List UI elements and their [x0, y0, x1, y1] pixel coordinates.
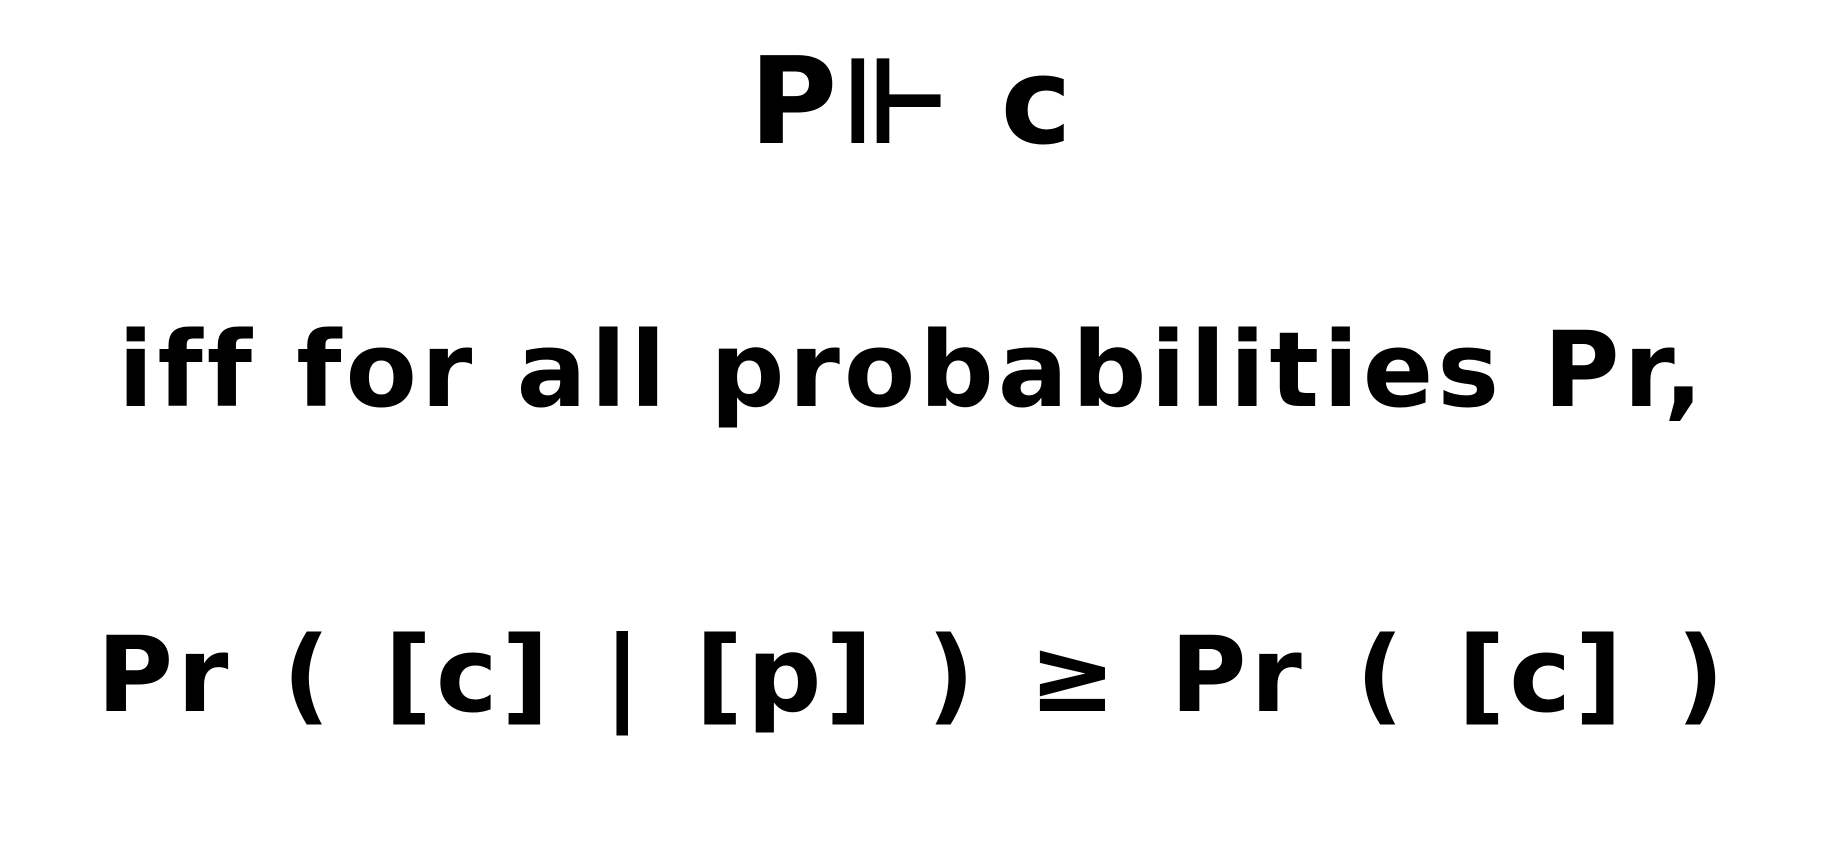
formula-line-3: Pr ( [c] | [p] ) ≥ Pr ( [c] ) [96, 614, 1729, 736]
formula-line-1: P⊩ c [749, 33, 1076, 172]
formula-line-2: iff for all probabilities Pr, [117, 309, 1708, 431]
